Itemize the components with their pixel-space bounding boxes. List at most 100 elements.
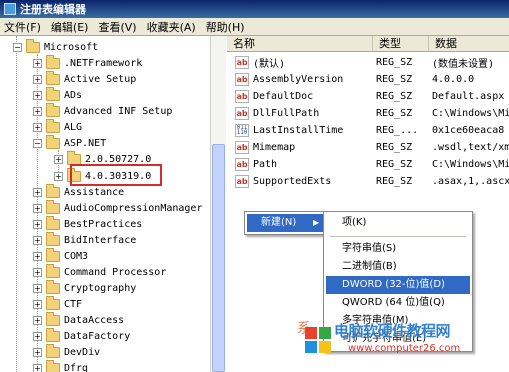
expand-icon[interactable]: + [33, 219, 42, 229]
tree-item[interactable]: + BidInterface [33, 231, 136, 248]
value-row[interactable]: ab DefaultDoc REG_SZ Default.aspx [227, 88, 509, 105]
folder-icon [46, 54, 60, 69]
expand-icon[interactable]: + [33, 235, 42, 245]
expand-icon[interactable]: + [33, 331, 42, 341]
expand-icon[interactable]: + [33, 74, 42, 84]
window-title: 注册表编辑器 [20, 3, 86, 16]
value-type: REG_SZ [376, 108, 413, 119]
tree-item-label: AudioCompressionManager [64, 202, 203, 214]
tree-item[interactable]: + Advanced INF Setup [33, 102, 173, 119]
tree-item-label: ALG [64, 121, 83, 133]
tree-item[interactable]: + Dfrg [33, 359, 89, 372]
folder-icon [46, 295, 60, 310]
column-name-header[interactable]: 名称 [227, 36, 373, 52]
value-data: 4.0.0.0 [432, 74, 475, 85]
expand-icon[interactable]: + [33, 122, 42, 132]
menu-favorites[interactable]: 收藏夹(A) [143, 19, 202, 35]
expand-icon[interactable]: + [33, 106, 42, 116]
value-row[interactable]: ab Path REG_SZ C:\Windows\Mi [227, 156, 509, 173]
expand-icon[interactable]: + [54, 154, 63, 164]
tree-item[interactable]: + CTF [33, 295, 82, 312]
value-name: AssemblyVersion [253, 74, 344, 85]
expand-icon[interactable]: + [33, 283, 42, 293]
string-value-icon: ab [235, 141, 249, 154]
folder-icon [46, 183, 60, 198]
submenu-item-qword[interactable]: QWORD (64 位)值(Q) [326, 294, 470, 312]
value-row[interactable]: ab (默认) REG_SZ (数值未设置) [227, 54, 509, 71]
expand-icon[interactable]: + [33, 187, 42, 197]
tree-item-label: .NETFramework [64, 57, 143, 69]
scrollbar-thumb[interactable] [212, 144, 225, 372]
expand-icon[interactable]: + [33, 203, 42, 213]
value-data: 0x1ce60eaca8 [432, 125, 505, 136]
folder-icon [46, 102, 60, 117]
value-data: C:\Windows\Mi [432, 159, 509, 170]
tree-item-label: Dfrg [64, 362, 89, 372]
menu-view[interactable]: 查看(V) [94, 19, 142, 35]
tree-item[interactable]: + ADs [33, 86, 83, 103]
value-type: REG_SZ [376, 142, 413, 153]
value-row[interactable]: ab SupportedExts REG_SZ .asax,1,.ascx [227, 173, 509, 190]
tree-item[interactable]: + ALG [33, 118, 83, 135]
expand-icon[interactable]: + [33, 90, 42, 100]
tree-item[interactable]: + DataAccess [33, 311, 124, 328]
collapse-icon[interactable]: − [33, 138, 42, 148]
tree-item[interactable]: + AudioCompressionManager [33, 199, 203, 216]
tree-item[interactable]: + DataFactory [33, 327, 130, 344]
expand-icon[interactable]: + [33, 251, 42, 261]
folder-icon [46, 199, 60, 214]
tree-item[interactable]: + COM3 [33, 247, 88, 264]
collapse-icon[interactable]: − [13, 42, 22, 52]
expand-icon[interactable]: + [33, 58, 42, 68]
submenu-item-key[interactable]: 项(K) [326, 214, 470, 232]
menu-help[interactable]: 帮助(H) [202, 19, 251, 35]
submenu-item-binary[interactable]: 二进制值(B) [326, 258, 470, 276]
tree-item-microsoft[interactable]: − Microsoft [13, 38, 98, 55]
value-name: SupportedExts [253, 176, 332, 187]
menu-edit[interactable]: 编辑(E) [47, 19, 95, 35]
tree-item[interactable]: + DevDiv [33, 343, 100, 360]
value-row[interactable]: ab AssemblyVersion REG_SZ 4.0.0.0 [227, 71, 509, 88]
folder-icon [46, 231, 60, 246]
folder-icon [46, 359, 60, 372]
tree-item[interactable]: + Active Setup [33, 70, 137, 87]
value-row[interactable]: ab Mimemap REG_SZ .wsdl,text/xm [227, 139, 509, 156]
folder-icon [46, 279, 60, 294]
submenu-item-dword[interactable]: DWORD (32-位)值(D) [326, 276, 470, 294]
expand-icon[interactable]: + [33, 347, 42, 357]
string-value-icon: ab [235, 56, 249, 69]
value-name: LastInstallTime [253, 125, 344, 136]
folder-open-icon [26, 38, 40, 53]
tree-item-label: ADs [64, 89, 83, 101]
column-data-header[interactable]: 数据 [429, 36, 509, 52]
tree-item[interactable]: + BestPractices [33, 215, 142, 232]
submenu-item-string[interactable]: 字符串值(S) [326, 240, 470, 258]
value-name: DefaultDoc [253, 91, 314, 102]
tree-item[interactable]: + Cryptography [33, 279, 136, 296]
registry-tree-pane[interactable]: − Microsoft + .NETFramework + Active Set… [0, 36, 226, 372]
expand-icon[interactable]: + [54, 171, 63, 181]
expand-icon[interactable]: + [33, 315, 42, 325]
column-type-header[interactable]: 类型 [373, 36, 429, 52]
expand-icon[interactable]: + [33, 299, 42, 309]
expand-icon[interactable]: + [33, 267, 42, 277]
tree-item-label: Active Setup [64, 73, 137, 85]
value-name: Mimemap [253, 142, 296, 153]
folder-icon [46, 343, 60, 358]
tree-scrollbar[interactable] [210, 36, 226, 372]
tree-item-label: Advanced INF Setup [64, 105, 173, 117]
menu-new[interactable]: 新建(N) ▶ [247, 214, 323, 232]
logo-quadrant [305, 341, 317, 353]
menu-bar: 文件(F) 编辑(E) 查看(V) 收藏夹(A) 帮助(H) [0, 18, 509, 36]
title-bar: 注册表编辑器 [0, 0, 509, 18]
list-header: 名称 类型 数据 [227, 36, 509, 52]
watermark-url: www.computer26.com [348, 343, 461, 354]
value-row[interactable]: 011 110 LastInstallTime REG_... 0x1ce60eac… [227, 122, 509, 139]
expand-icon[interactable]: + [33, 363, 42, 372]
tree-item[interactable]: + Assistance [33, 183, 124, 200]
menu-file[interactable]: 文件(F) [0, 19, 47, 35]
tree-item[interactable]: + Command Processor [33, 263, 166, 280]
tree-item[interactable]: + .NETFramework [33, 54, 143, 71]
tree-item-aspnet[interactable]: − ASP.NET [33, 134, 106, 151]
value-row[interactable]: ab DllFullPath REG_SZ C:\Windows\Mi [227, 105, 509, 122]
